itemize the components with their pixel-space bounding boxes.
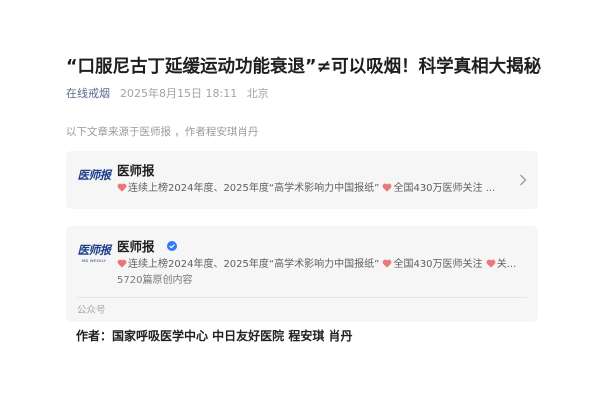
profile-logo-subtext: MD WEEKLY (81, 258, 107, 263)
chevron-right-icon (520, 174, 527, 186)
profile-account-name: 医师报 (117, 239, 155, 254)
profile-logo-text: 医师报 (77, 243, 112, 257)
source-note: 以下文章来源于医师报 ，作者程安琪肖丹 (66, 126, 259, 138)
profile-logo: 医师报 MD WEEKLY (77, 243, 112, 269)
article-title: “口服尼古丁延缓运动功能衰退”≠可以吸烟！科学真相大揭秘 (66, 57, 542, 77)
source-account-desc: 连续上榜2024年度、2025年度“高学术影响力中国报纸” 全国430万医师关注… (117, 182, 515, 196)
desc-segment: ... (485, 183, 496, 194)
publish-location: 北京 (246, 87, 269, 100)
official-account-profile-card[interactable]: 医师报 MD WEEKLY 医师报 连续上榜2024年度、2025年度“高学术影… (66, 226, 538, 322)
heart-icon (117, 259, 127, 268)
account-type-label: 公众号 (77, 305, 106, 316)
heart-icon (383, 259, 392, 268)
article-page: “口服尼古丁延缓运动功能衰退”≠可以吸烟！科学真相大揭秘 在线戒烟 2025年8月… (0, 0, 600, 400)
desc-segment: 连续上榜2024年度、2025年度“高学术影响力中国报纸” (128, 183, 380, 194)
authors-line: 作者：国家呼吸医学中心 中日友好医院 程安琪 肖丹 (76, 329, 353, 343)
verified-check-icon (167, 241, 177, 251)
heart-icon (383, 183, 392, 192)
heart-icon (486, 259, 496, 268)
source-account-card[interactable]: 医师报 医师报 连续上榜2024年度、2025年度“高学术影响力中国报纸” 全国… (66, 151, 538, 209)
desc-segment: 关... (496, 259, 517, 270)
heart-icon (117, 183, 127, 192)
card-divider (77, 297, 527, 298)
source-account-name: 医师报 (117, 163, 155, 178)
account-link[interactable]: 在线戒烟 (66, 87, 110, 100)
desc-segment: 连续上榜2024年度、2025年度“高学术影响力中国报纸” (128, 259, 380, 270)
original-content-count: 5720篇原创内容 (117, 275, 193, 286)
desc-segment: 全国430万医师关注 (393, 183, 483, 194)
source-logo-text: 医师报 (77, 168, 112, 182)
publish-date: 2025年8月15日 18:11 (120, 87, 238, 100)
article-meta: 在线戒烟 2025年8月15日 18:11 北京 (66, 87, 269, 101)
profile-account-desc: 连续上榜2024年度、2025年度“高学术影响力中国报纸” 全国430万医师关注… (117, 258, 521, 272)
desc-segment: 全国430万医师关注 (393, 259, 483, 270)
source-logo: 医师报 (77, 168, 112, 194)
